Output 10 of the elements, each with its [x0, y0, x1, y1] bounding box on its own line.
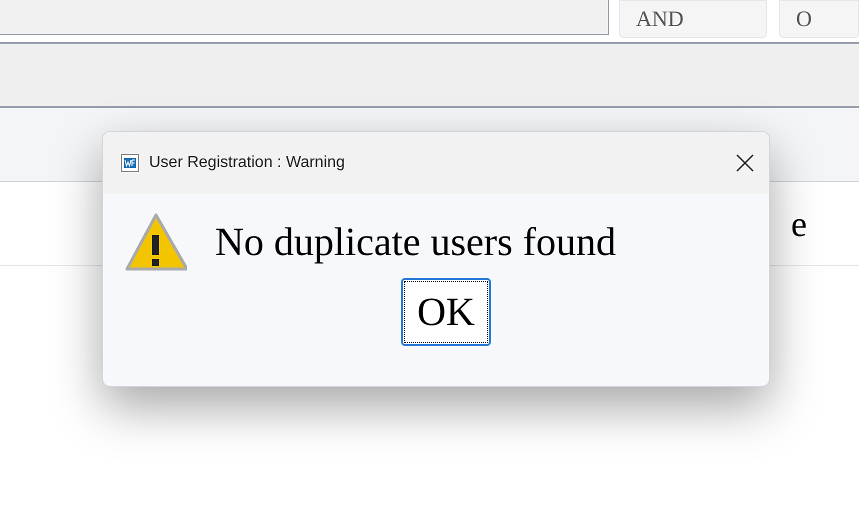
text-field[interactable] [0, 0, 609, 35]
warning-message: No duplicate users found [215, 218, 616, 266]
close-icon[interactable] [735, 153, 755, 173]
ok-button[interactable]: OK [401, 278, 491, 346]
label-text: e [791, 202, 807, 246]
warning-icon [125, 213, 187, 271]
dialog-title: User Registration : Warning [149, 153, 346, 173]
operator-button[interactable]: O [779, 0, 859, 38]
operator-button[interactable]: AND [619, 0, 767, 38]
app-icon [121, 154, 139, 172]
